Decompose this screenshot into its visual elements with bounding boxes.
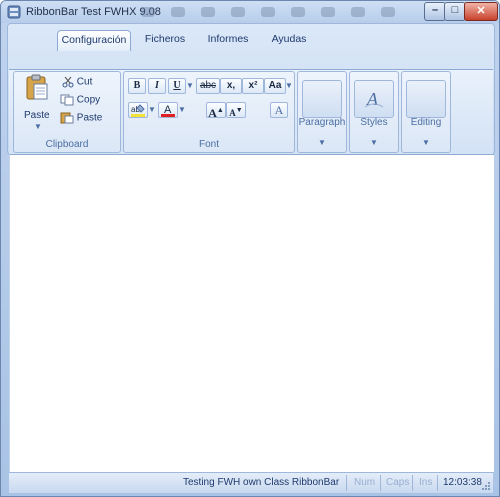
- shrink-font-button[interactable]: A▼: [226, 102, 246, 118]
- paste-small-button[interactable]: Paste: [60, 112, 102, 124]
- highlight-dropdown-chevron-icon[interactable]: ▼: [148, 105, 156, 114]
- bold-button[interactable]: B: [128, 78, 146, 94]
- minimize-button[interactable]: –: [424, 2, 446, 21]
- font-group-label: Font: [198, 139, 219, 150]
- tab-ficheros-label: Ficheros: [144, 33, 186, 45]
- shrink-font-arrow-icon: ▼: [235, 106, 243, 114]
- app-window: RibbonBar Test FWHX 9.08 – □ ✕ Configura…: [0, 0, 500, 497]
- status-ins: Ins: [419, 477, 433, 488]
- tab-informes[interactable]: Informes: [203, 30, 253, 49]
- highlighter-icon: ab: [131, 104, 145, 117]
- editing-group-label: Editing: [410, 117, 442, 128]
- status-separator: [380, 475, 381, 491]
- title-bar[interactable]: RibbonBar Test FWHX 9.08 – □ ✕: [1, 1, 499, 23]
- paste-big-label: Paste: [24, 110, 50, 121]
- subscript-button[interactable]: x,: [220, 78, 242, 94]
- clear-formatting-icon: A: [274, 103, 284, 117]
- cut-label: Cut: [76, 76, 93, 88]
- styles-box: A: [354, 80, 394, 118]
- group-paragraph[interactable]: Paragraph ▼: [297, 71, 347, 153]
- minimize-icon: –: [431, 4, 439, 16]
- change-case-button[interactable]: Aa: [264, 78, 286, 94]
- grow-font-button[interactable]: A▲: [206, 102, 226, 120]
- paste-dropdown-chevron-icon: ▼: [34, 122, 42, 131]
- group-editing[interactable]: Editing ▼: [401, 71, 451, 153]
- scissors-icon: [62, 76, 74, 88]
- font-color-icon: A: [161, 104, 175, 117]
- strikethrough-button[interactable]: abc: [196, 78, 220, 94]
- status-num: Num: [354, 477, 376, 488]
- editing-dropdown-chevron-icon: ▼: [422, 138, 430, 147]
- client-area[interactable]: [9, 154, 494, 472]
- clear-formatting-button[interactable]: A: [270, 102, 288, 118]
- tab-ayudas[interactable]: Ayudas: [267, 30, 311, 49]
- titlebar-decoration: [141, 7, 395, 17]
- paste-small-label: Paste: [76, 112, 103, 124]
- change-case-chevron-icon[interactable]: ▼: [285, 81, 293, 90]
- font-color-button[interactable]: A: [158, 102, 178, 118]
- copy-button[interactable]: Copy: [60, 94, 100, 106]
- status-caps: Caps: [386, 477, 410, 488]
- paste-big-button[interactable]: Paste ▼: [20, 74, 52, 132]
- status-time: 12:03:38: [443, 477, 482, 488]
- grow-font-arrow-icon: ▲: [216, 106, 224, 114]
- status-separator: [437, 475, 438, 491]
- maximize-icon: □: [451, 4, 459, 16]
- tab-configuracion[interactable]: Configuración: [57, 30, 131, 51]
- editing-icon: [406, 80, 446, 118]
- tab-ayudas-label: Ayudas: [271, 33, 307, 45]
- paragraph-dropdown-chevron-icon: ▼: [318, 138, 326, 147]
- grow-font-icon: A: [208, 106, 217, 120]
- underline-dropdown-chevron-icon[interactable]: ▼: [186, 81, 194, 90]
- underline-button[interactable]: U: [168, 78, 186, 94]
- highlight-button[interactable]: ab: [128, 102, 148, 118]
- copy-icon: [60, 94, 74, 106]
- italic-button[interactable]: I: [148, 78, 166, 94]
- paste-icon: [26, 74, 48, 100]
- styles-dropdown-chevron-icon: ▼: [370, 138, 378, 147]
- tab-informes-label: Informes: [207, 33, 249, 45]
- font-color-dropdown-chevron-icon[interactable]: ▼: [178, 105, 186, 114]
- group-styles[interactable]: A Styles ▼: [349, 71, 399, 153]
- svg-text:A: A: [366, 89, 379, 109]
- tab-configuracion-label: Configuración: [61, 34, 127, 46]
- tab-ficheros[interactable]: Ficheros: [141, 30, 189, 49]
- superscript-button[interactable]: x²: [242, 78, 264, 94]
- status-separator: [346, 475, 347, 491]
- cut-button[interactable]: Cut: [62, 76, 92, 88]
- resize-grip-icon[interactable]: [481, 481, 491, 491]
- close-icon: ✕: [476, 5, 486, 17]
- paste-small-icon: [60, 112, 74, 124]
- status-bar: Testing FWH own Class RibbonBar Num Caps…: [9, 472, 493, 493]
- clipboard-group-label: Clipboard: [45, 139, 89, 150]
- paragraph-group-label: Paragraph: [298, 117, 346, 128]
- app-icon: [7, 5, 21, 19]
- styles-group-label: Styles: [360, 117, 388, 128]
- copy-label: Copy: [76, 94, 101, 106]
- close-button[interactable]: ✕: [464, 2, 498, 21]
- paragraph-icon: [302, 80, 342, 118]
- status-message: Testing FWH own Class RibbonBar: [183, 477, 340, 488]
- group-clipboard: Paste ▼ Cut Copy Paste Clipboard: [13, 71, 121, 153]
- status-separator: [412, 475, 413, 491]
- styles-icon: A: [364, 89, 384, 109]
- maximize-button[interactable]: □: [444, 2, 466, 21]
- group-font: B I U ▼ abc x, x² Aa ▼ ab ▼ A ▼ A▲ A▼ A …: [123, 71, 295, 153]
